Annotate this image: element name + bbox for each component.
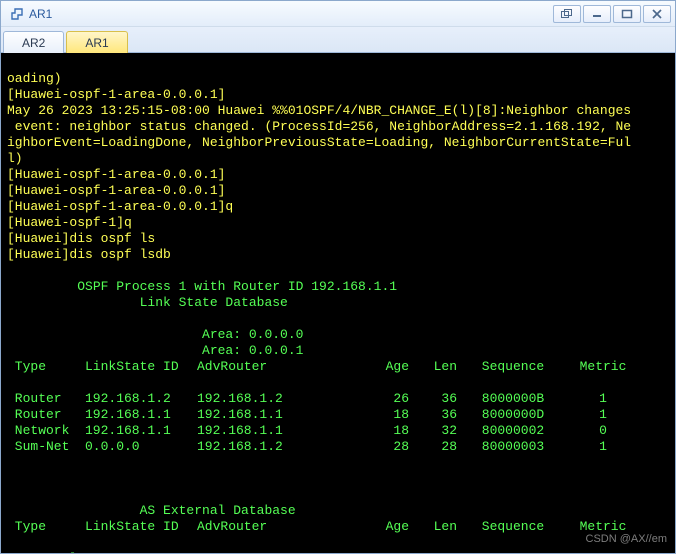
cell-met: 1 <box>569 551 637 553</box>
log-line: May 26 2023 13:25:15-08:00 Huawei %%01OS… <box>7 103 631 166</box>
cell-met: 0 <box>569 423 637 439</box>
cell-age: 26 <box>367 391 409 407</box>
table-row: External192.168.4.0192.168.4.23597368000… <box>7 551 669 553</box>
col-advrouter: AdvRouter <box>197 519 367 535</box>
cell-ls: 192.168.1.1 <box>85 407 197 423</box>
log-line: [Huawei-ospf-1-area-0.0.0.1] <box>7 183 225 198</box>
cell-age: 3597 <box>367 551 409 553</box>
ext-heading: AS External Database <box>7 503 296 518</box>
cell-ls: 192.168.1.1 <box>85 423 197 439</box>
window-title: AR1 <box>29 7 52 21</box>
cell-type: Router <box>7 407 85 423</box>
cell-adv: 192.168.1.2 <box>197 439 367 455</box>
tab-bar: AR2 AR1 <box>1 27 675 53</box>
col-len: Len <box>409 359 457 375</box>
log-line: [Huawei-ospf-1-area-0.0.0.1]q <box>7 199 233 214</box>
cell-met: 1 <box>569 391 637 407</box>
col-len: Len <box>409 519 457 535</box>
cell-age: 18 <box>367 423 409 439</box>
cmd-line: [Huawei]dis ospf ls <box>7 231 155 246</box>
blank-line <box>7 487 15 502</box>
terminal[interactable]: oading) [Huawei-ospf-1-area-0.0.0.1] May… <box>1 53 675 553</box>
cell-age: 18 <box>367 407 409 423</box>
cell-len: 28 <box>409 439 457 455</box>
cell-ls: 192.168.1.2 <box>85 391 197 407</box>
col-advrouter: AdvRouter <box>197 359 367 375</box>
cell-ls: 192.168.4.0 <box>85 551 197 553</box>
area-line: Area: 0.0.0.0 <box>7 327 303 342</box>
cell-seq: 8000000D <box>457 407 569 423</box>
cell-met: 1 <box>569 439 637 455</box>
cell-met: 1 <box>569 407 637 423</box>
table-row: Router192.168.1.1192.168.1.118368000000D… <box>7 407 669 423</box>
col-type: Type <box>7 359 85 375</box>
blank-line <box>7 311 15 326</box>
cell-len: 36 <box>409 551 457 553</box>
cell-adv: 192.168.4.2 <box>197 551 367 553</box>
cell-len: 32 <box>409 423 457 439</box>
cell-age: 28 <box>367 439 409 455</box>
app-window: AR1 AR2 AR1 oading) [Huawei-ospf-1-area-… <box>0 0 676 554</box>
cell-type: External <box>7 551 85 553</box>
col-type: Type <box>7 519 85 535</box>
cell-type: Sum-Net <box>7 439 85 455</box>
log-line: oading) <box>7 71 62 86</box>
tab-ar2[interactable]: AR2 <box>3 31 64 53</box>
col-age: Age <box>367 359 409 375</box>
area-line: Area: 0.0.0.1 <box>7 343 303 358</box>
lsdb-heading: Link State Database <box>7 295 288 310</box>
col-linkstate: LinkState ID <box>85 359 197 375</box>
lsdb-heading: OSPF Process 1 with Router ID 192.168.1.… <box>7 279 397 294</box>
col-seq: Sequence <box>457 359 569 375</box>
log-line: [Huawei-ospf-1-area-0.0.0.1] <box>7 167 225 182</box>
app-icon <box>9 6 25 22</box>
cell-seq: 80000002 <box>457 551 569 553</box>
blank-line <box>7 263 15 278</box>
log-line: [Huawei-ospf-1]q <box>7 215 132 230</box>
table-header: TypeLinkState IDAdvRouterAgeLenSequenceM… <box>7 359 669 375</box>
table-row: Network192.168.1.1192.168.1.118328000000… <box>7 423 669 439</box>
cell-len: 36 <box>409 391 457 407</box>
cmd-line: [Huawei]dis ospf lsdb <box>7 247 171 262</box>
minimize-button[interactable] <box>583 5 611 23</box>
table-row: Router192.168.1.2192.168.1.226368000000B… <box>7 391 669 407</box>
col-age: Age <box>367 519 409 535</box>
cell-seq: 80000002 <box>457 423 569 439</box>
cell-ls: 0.0.0.0 <box>85 439 197 455</box>
blank-line <box>7 471 15 486</box>
col-seq: Sequence <box>457 519 569 535</box>
cell-adv: 192.168.1.1 <box>197 423 367 439</box>
cell-seq: 80000003 <box>457 439 569 455</box>
log-line: [Huawei-ospf-1-area-0.0.0.1] <box>7 87 225 102</box>
cell-type: Router <box>7 391 85 407</box>
table-header: TypeLinkState IDAdvRouterAgeLenSequenceM… <box>7 519 669 535</box>
col-linkstate: LinkState ID <box>85 519 197 535</box>
cell-seq: 8000000B <box>457 391 569 407</box>
table-row: Sum-Net0.0.0.0192.168.1.22828800000031 <box>7 439 669 455</box>
watermark: CSDN @AX//em <box>586 531 667 547</box>
titlebar: AR1 <box>1 1 675 27</box>
tab-ar1[interactable]: AR1 <box>66 31 127 53</box>
close-button[interactable] <box>643 5 671 23</box>
cell-adv: 192.168.1.2 <box>197 391 367 407</box>
cell-len: 36 <box>409 407 457 423</box>
cell-adv: 192.168.1.1 <box>197 407 367 423</box>
cell-type: Network <box>7 423 85 439</box>
decouple-button[interactable] <box>553 5 581 23</box>
maximize-button[interactable] <box>613 5 641 23</box>
col-metric: Metric <box>569 359 637 375</box>
